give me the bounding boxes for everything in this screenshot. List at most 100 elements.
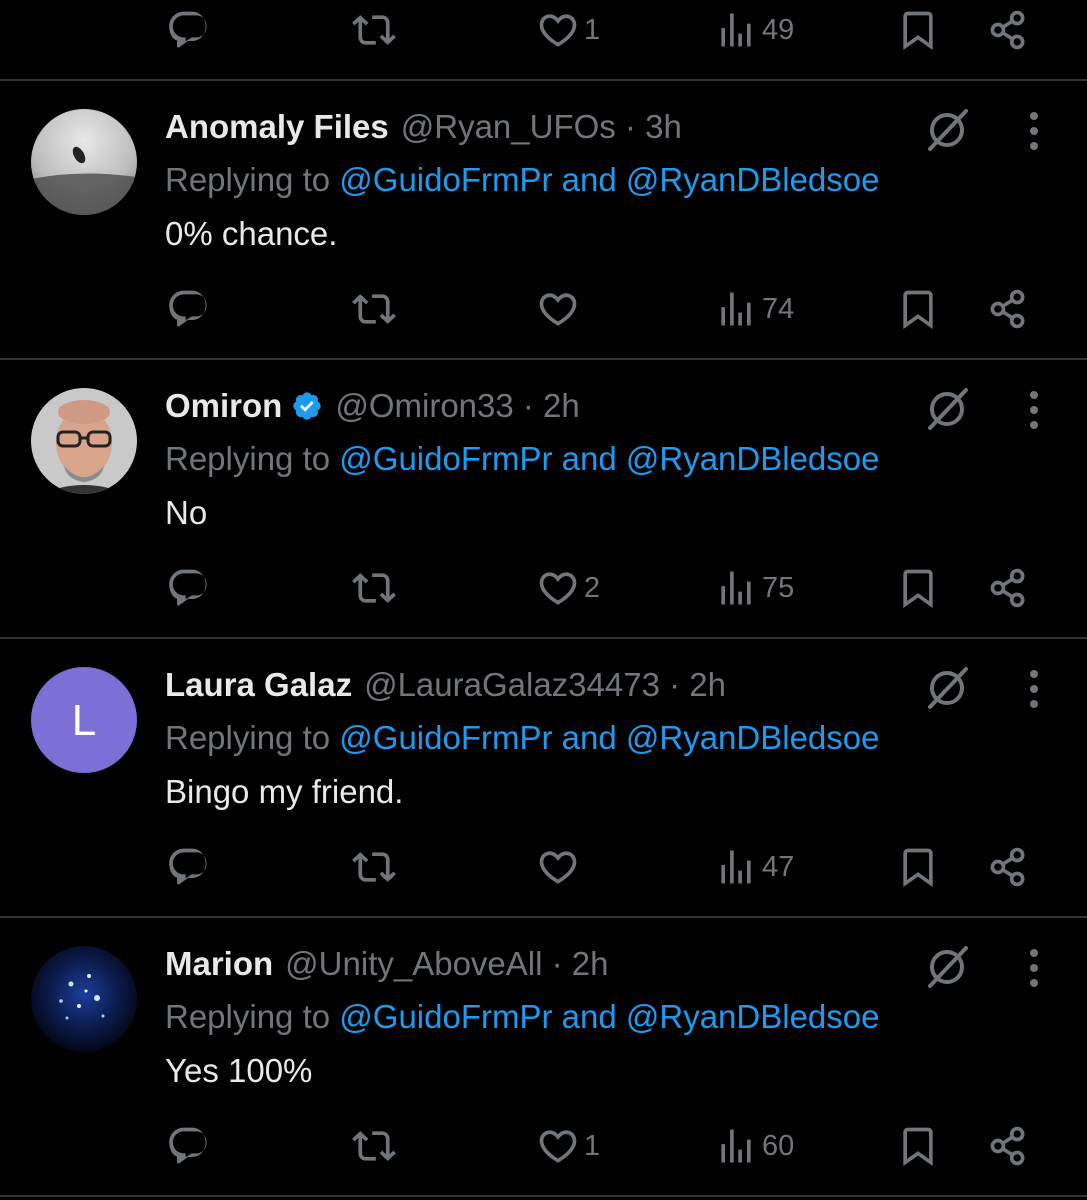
heart-icon [539, 293, 577, 326]
display-name[interactable]: Anomaly Files [165, 108, 389, 146]
views-button[interactable]: 60 [714, 1116, 794, 1176]
verified-badge-icon [291, 390, 323, 422]
share-button[interactable] [986, 558, 1030, 618]
reply-header: Laura Galaz @LauraGalaz34473 · 2h [165, 665, 726, 705]
views-icon [721, 850, 751, 884]
views-count: 49 [762, 13, 795, 46]
retweet-button[interactable] [352, 0, 396, 60]
reply-button[interactable] [166, 279, 210, 339]
replying-to-line: Replying to @GuidoFrmPr and @RyanDBledso… [165, 440, 880, 478]
tweet-text: Bingo my friend. [165, 773, 404, 810]
avatar[interactable]: L [31, 667, 137, 773]
share-icon [990, 1126, 1025, 1166]
more-options-button[interactable] [1014, 388, 1054, 432]
grok-button[interactable] [922, 105, 972, 155]
share-button[interactable] [986, 279, 1030, 339]
retweet-button[interactable] [352, 837, 396, 897]
retweet-icon [352, 294, 396, 324]
reply-icon [169, 11, 207, 48]
grok-button[interactable] [922, 663, 972, 713]
reply-tweet[interactable]: Omiron @Omiron33 · 2h Replying to @Guido… [0, 360, 1087, 639]
galaxy-photo-avatar [31, 946, 137, 1052]
replying-to-link[interactable]: @GuidoFrmPr and @RyanDBledsoe [339, 719, 879, 756]
replying-to-link[interactable]: @GuidoFrmPr and @RyanDBledsoe [339, 998, 879, 1035]
reply-icon [169, 290, 207, 327]
letter-avatar: L [31, 667, 137, 773]
bookmark-icon [903, 290, 933, 330]
display-name[interactable]: Laura Galaz [165, 666, 352, 704]
avatar[interactable] [31, 946, 137, 1052]
retweet-icon [352, 1131, 396, 1161]
more-options-button[interactable] [1014, 109, 1054, 153]
reply-header: Omiron @Omiron33 · 2h [165, 386, 580, 426]
views-button[interactable]: 47 [714, 837, 794, 897]
grok-icon [928, 388, 968, 430]
retweet-button[interactable] [352, 558, 396, 618]
bookmark-icon [903, 848, 933, 888]
views-count: 75 [762, 571, 795, 604]
retweet-button[interactable] [352, 279, 396, 339]
bookmark-button[interactable] [896, 1116, 940, 1176]
heart-icon [539, 1130, 577, 1163]
like-button[interactable]: 1 [536, 1116, 600, 1176]
reply-icon [169, 848, 207, 885]
bookmark-button[interactable] [896, 837, 940, 897]
retweet-button[interactable] [352, 1116, 396, 1176]
more-vertical-icon [1030, 112, 1038, 150]
reply-tweet[interactable]: Marion @Unity_AboveAll · 2h Replying to … [0, 918, 1087, 1197]
replying-to-line: Replying to @GuidoFrmPr and @RyanDBledso… [165, 998, 880, 1036]
grok-button[interactable] [922, 384, 972, 434]
reply-tweet[interactable]: L Laura Galaz @LauraGalaz34473 · 2h Repl… [0, 639, 1087, 918]
like-button[interactable] [536, 837, 584, 897]
tweet-actions: 74 [0, 279, 1087, 339]
display-name[interactable]: Marion [165, 945, 273, 983]
share-icon [990, 10, 1025, 50]
reply-button[interactable] [166, 1116, 210, 1176]
grok-button[interactable] [922, 942, 972, 992]
replying-to-link[interactable]: @GuidoFrmPr and @RyanDBledsoe [339, 440, 879, 477]
user-handle[interactable]: @LauraGalaz34473 · 2h [364, 666, 726, 704]
reply-button[interactable] [166, 558, 210, 618]
more-vertical-icon [1030, 949, 1038, 987]
bookmark-button[interactable] [896, 279, 940, 339]
grok-icon [928, 109, 968, 151]
user-handle[interactable]: @Omiron33 · 2h [335, 387, 579, 425]
bookmark-button[interactable] [896, 0, 940, 60]
replying-prefix: Replying to [165, 161, 331, 198]
tweet-text: 0% chance. [165, 215, 338, 252]
reply-tweet[interactable]: Anomaly Files @Ryan_UFOs · 3h Replying t… [0, 81, 1087, 360]
divider [0, 1195, 1087, 1197]
retweet-icon [352, 15, 396, 45]
reply-header: Marion @Unity_AboveAll · 2h [165, 944, 609, 984]
reply-button[interactable] [166, 0, 210, 60]
replying-prefix: Replying to [165, 719, 331, 756]
views-button[interactable]: 75 [714, 558, 794, 618]
views-icon [721, 13, 751, 47]
avatar[interactable] [31, 388, 137, 494]
tweet-text: No [165, 494, 208, 531]
user-handle[interactable]: @Ryan_UFOs · 3h [401, 108, 682, 146]
share-button[interactable] [986, 0, 1030, 60]
views-count: 47 [762, 850, 795, 883]
avatar[interactable] [31, 109, 137, 215]
retweet-icon [352, 852, 396, 882]
like-count: 1 [584, 1129, 601, 1162]
like-button[interactable] [536, 279, 584, 339]
reply-button[interactable] [166, 837, 210, 897]
tweet-actions: 1 60 [0, 1116, 1087, 1176]
more-options-button[interactable] [1014, 946, 1054, 990]
bookmark-button[interactable] [896, 558, 940, 618]
user-handle[interactable]: @Unity_AboveAll · 2h [285, 945, 608, 983]
views-button[interactable]: 74 [714, 279, 794, 339]
share-button[interactable] [986, 1116, 1030, 1176]
share-button[interactable] [986, 837, 1030, 897]
display-name[interactable]: Omiron [165, 387, 282, 425]
more-options-button[interactable] [1014, 667, 1054, 711]
replying-to-link[interactable]: @GuidoFrmPr and @RyanDBledsoe [339, 161, 879, 198]
views-button[interactable]: 49 [714, 0, 794, 60]
like-button[interactable]: 2 [536, 558, 600, 618]
views-icon [721, 1129, 751, 1163]
like-button[interactable]: 1 [536, 0, 600, 60]
replying-prefix: Replying to [165, 440, 331, 477]
bookmark-icon [903, 1127, 933, 1167]
